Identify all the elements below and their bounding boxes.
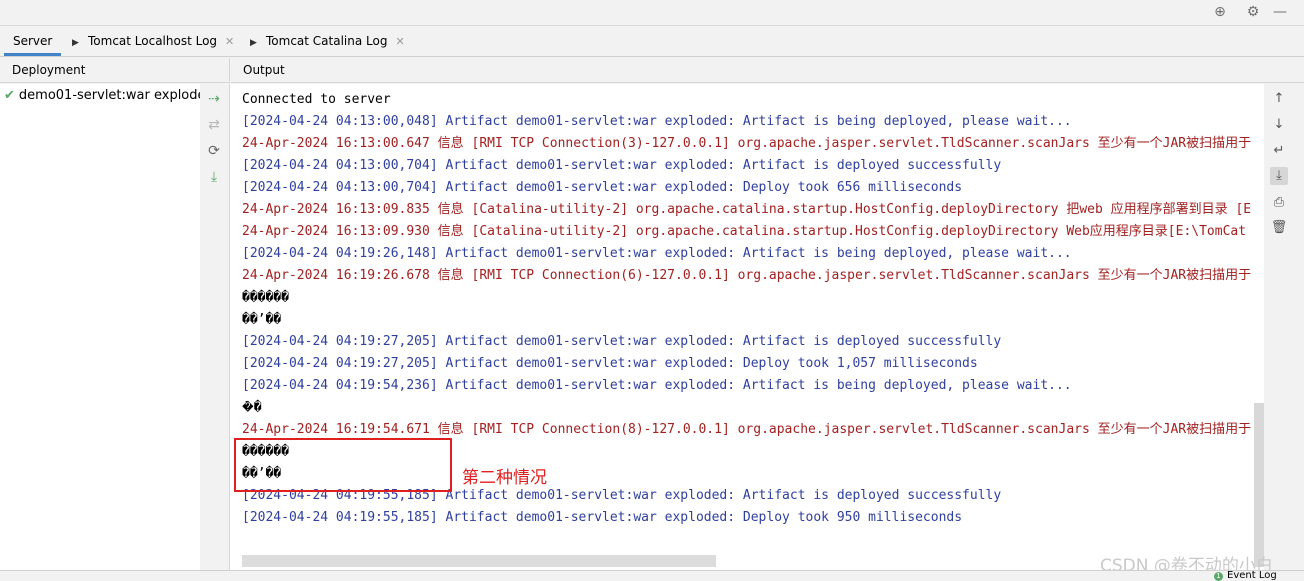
output-line: [2024-04-24 04:13:00,048] Artifact demo0… (242, 114, 1072, 129)
output-header: Output (231, 58, 1304, 83)
console-icon: ▶ (72, 38, 79, 48)
checkmark-icon: ✔ (4, 88, 15, 103)
output-line: Connected to server (242, 92, 391, 107)
vertical-scrollbar[interactable] (1254, 403, 1264, 567)
output-line: [2024-04-24 04:19:26,148] Artifact demo0… (242, 246, 1072, 261)
deployment-item[interactable]: ✔ demo01-servlet:war exploded (4, 88, 214, 103)
output-line: ������ (242, 290, 289, 305)
undeploy-icon[interactable]: ⇄ (206, 117, 222, 133)
event-log-button[interactable]: 1 Event Log (1214, 571, 1277, 581)
console-toolbar: ↑ ↓ ↵ ⤓ ⎙ 🗑 (1264, 84, 1304, 570)
target-icon[interactable]: ⊕ (1212, 4, 1228, 20)
soft-wrap-icon[interactable]: ↵ (1270, 142, 1288, 160)
output-line: [2024-04-24 04:19:54,236] Artifact demo0… (242, 378, 1072, 393)
output-line: [2024-04-24 04:19:27,205] Artifact demo0… (242, 356, 978, 371)
output-line: ��’�� (242, 312, 282, 327)
deployment-item-label: demo01-servlet:war exploded (18, 88, 214, 103)
scroll-to-end-icon[interactable]: ⤓ (1270, 167, 1288, 185)
console-icon: ▶ (250, 38, 257, 48)
annotation-label: 第二种情况 (462, 468, 547, 488)
output-line: [2024-04-24 04:13:00,704] Artifact demo0… (242, 158, 1002, 173)
tab-tomcat-localhost-log[interactable]: ▶ Tomcat Localhost Log ✕ (72, 26, 234, 56)
top-toolbar: ⊕ ⚙ — (0, 0, 1304, 26)
refresh-icon[interactable]: ⟳ (206, 143, 222, 159)
event-count-badge: 1 (1214, 572, 1223, 581)
tab-label: Tomcat Localhost Log (88, 34, 218, 48)
tab-label: Server (13, 34, 53, 48)
scroll-down-icon[interactable]: ↓ (1270, 116, 1288, 134)
output-line: 24-Apr-2024 16:19:26.678 信息 [RMI TCP Con… (242, 268, 1252, 283)
deployment-header: Deployment (0, 58, 230, 83)
tab-server[interactable]: Server (4, 26, 62, 56)
output-line: [2024-04-24 04:13:00,704] Artifact demo0… (242, 180, 963, 195)
output-line: [2024-04-24 04:19:27,205] Artifact demo0… (242, 334, 1002, 349)
print-icon[interactable]: ⎙ (1270, 194, 1288, 212)
deploy-all-icon[interactable]: ⤓ (206, 169, 222, 185)
output-line: �ܳ� (242, 400, 262, 415)
output-console[interactable]: Connected to server [2024-04-24 04:13:00,… (230, 84, 1264, 570)
event-log-label: Event Log (1227, 570, 1277, 581)
services-tab-bar: Server ▶ Tomcat Localhost Log ✕ ▶ Tomcat Ca… (0, 26, 1304, 57)
output-line: 24-Apr-2024 16:13:09.835 信息 [Catalina-ut… (242, 202, 1252, 217)
output-line: 24-Apr-2024 16:13:00.647 信息 [RMI TCP Con… (242, 136, 1252, 151)
close-icon[interactable]: ✕ (395, 35, 404, 48)
output-line: 24-Apr-2024 16:13:09.930 信息 [Catalina-ut… (242, 224, 1247, 239)
tab-label: Tomcat Catalina Log (266, 34, 388, 48)
minimize-icon[interactable]: — (1272, 4, 1288, 20)
deployment-panel: ✔ demo01-servlet:war exploded (0, 84, 214, 570)
close-icon[interactable]: ✕ (225, 35, 234, 48)
scroll-up-icon[interactable]: ↑ (1270, 90, 1288, 108)
deploy-icon[interactable]: ⇢ (206, 91, 222, 107)
tab-tomcat-catalina-log[interactable]: ▶ Tomcat Catalina Log ✕ (250, 26, 405, 56)
deployment-toolbar: ⇢ ⇄ ⟳ ⤓ (200, 84, 230, 570)
annotation-box (234, 438, 452, 492)
horizontal-scrollbar[interactable] (242, 555, 716, 567)
gear-icon[interactable]: ⚙ (1245, 4, 1261, 20)
trash-icon[interactable]: 🗑 (1270, 219, 1288, 237)
output-line: [2024-04-24 04:19:55,185] Artifact demo0… (242, 510, 963, 525)
